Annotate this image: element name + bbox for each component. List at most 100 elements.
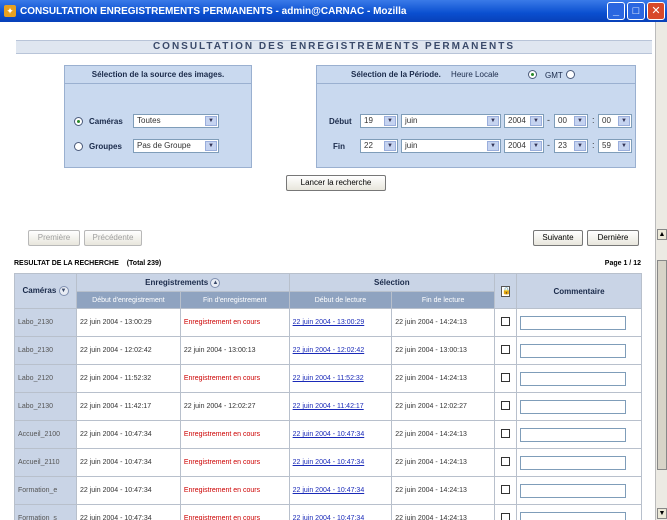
fin-year-select[interactable]: 2004 ▼ (504, 139, 544, 153)
cell-fin-enregistrement: Enregistrement en cours (179, 364, 290, 393)
play-link[interactable]: 22 juin 2004 - 10:47:34 (293, 431, 365, 438)
cell-camera: Accueil_2100 (14, 420, 77, 449)
debut-month-select[interactable]: juin ▼ (401, 114, 501, 128)
comment-input[interactable] (520, 427, 626, 442)
first-page-button[interactable]: Première (28, 230, 80, 246)
header-cameras-text: Caméras (22, 286, 57, 296)
cameras-label: Caméras (89, 117, 123, 126)
lock-checkbox[interactable] (501, 401, 510, 410)
comment-input[interactable] (520, 315, 626, 330)
debut-hour-select[interactable]: 00 ▼ (554, 114, 588, 128)
heure-locale-radio[interactable] (528, 70, 537, 79)
play-link[interactable]: 22 juin 2004 - 12:02:42 (293, 347, 365, 354)
header-enregistrements[interactable]: Enregistrements ▲ (76, 273, 290, 292)
chevron-down-icon: ▼ (487, 141, 499, 151)
table-row: Labo_2130 22 juin 2004 - 12:02:42 22 juin … (14, 336, 642, 365)
debut-minute-select[interactable]: 00 ▼ (598, 114, 632, 128)
minimize-icon[interactable]: _ (607, 2, 625, 20)
fin-month-select[interactable]: juin ▼ (401, 139, 501, 153)
cell-commentaire (516, 504, 642, 520)
header-cameras[interactable]: Caméras ▼ (14, 273, 77, 309)
chevron-down-icon: ▼ (618, 116, 630, 126)
fin-day-select[interactable]: 22 ▼ (360, 139, 398, 153)
chevron-down-icon: ▼ (530, 116, 542, 126)
cell-fin-lecture: 22 juin 2004 - 12:02:27 (391, 392, 495, 421)
comment-input[interactable] (520, 455, 626, 470)
debut-year-select[interactable]: 2004 ▼ (504, 114, 544, 128)
lock-checkbox[interactable] (501, 485, 510, 494)
cell-fin-enregistrement: Enregistrement en cours (179, 504, 290, 520)
comment-input[interactable] (520, 399, 626, 414)
cell-fin-enregistrement: Enregistrement en cours (179, 308, 290, 337)
window-titlebar: ✦ CONSULTATION ENREGISTREMENTS PERMANENT… (0, 0, 667, 22)
table-row: Accueil_2110 22 juin 2004 - 10:47:34 Enreg… (14, 448, 642, 477)
window-title: CONSULTATION ENREGISTREMENTS PERMANENTS … (20, 5, 407, 17)
play-link[interactable]: 22 juin 2004 - 13:00:29 (293, 319, 365, 326)
cell-camera: Accueil_2110 (14, 448, 77, 477)
cell-fin-enregistrement: Enregistrement en cours (179, 448, 290, 477)
lock-checkbox[interactable] (501, 429, 510, 438)
lock-checkbox[interactable] (501, 317, 510, 326)
debut-day-value: 19 (364, 116, 373, 125)
cell-lock (494, 308, 517, 337)
fin-minute-value: 59 (602, 141, 611, 150)
previous-page-button[interactable]: Précédente (84, 230, 142, 246)
page-title: CONSULTATION DES ENREGISTREMENTS PERMANE… (16, 40, 652, 54)
comment-input[interactable] (520, 343, 626, 358)
lock-checkbox[interactable] (501, 373, 510, 382)
close-icon[interactable]: ✕ (647, 2, 665, 20)
scroll-down-icon[interactable]: ▼ (657, 508, 667, 519)
cell-commentaire (516, 392, 642, 421)
fin-minute-select[interactable]: 59 ▼ (598, 139, 632, 153)
chevron-down-icon: ▼ (205, 116, 217, 126)
cell-lock (494, 336, 517, 365)
cameras-radio[interactable] (74, 117, 83, 126)
header-selection: Sélection (288, 273, 496, 292)
lock-checkbox[interactable] (501, 345, 510, 354)
debut-minute-value: 00 (602, 116, 611, 125)
window-controls: _ □ ✕ (607, 2, 665, 20)
comment-input[interactable] (520, 483, 626, 498)
cell-debut-enregistrement: 22 juin 2004 - 10:47:34 (76, 420, 181, 449)
periode-heading-text: Sélection de la Période. (351, 70, 441, 79)
cell-lock (494, 448, 517, 477)
lock-checkbox[interactable] (501, 457, 510, 466)
cell-camera: Labo_2120 (14, 364, 77, 393)
play-link[interactable]: 22 juin 2004 - 11:42:17 (293, 403, 364, 410)
cell-commentaire (516, 336, 642, 365)
chevron-down-icon: ▼ (384, 116, 396, 126)
scrollbar-thumb[interactable] (657, 260, 667, 470)
cell-commentaire (516, 308, 642, 337)
cell-commentaire (516, 448, 642, 477)
groupes-radio[interactable] (74, 142, 83, 151)
cell-camera: Formation_e (14, 476, 77, 505)
gmt-radio[interactable] (566, 70, 575, 79)
results-title-text: RESULTAT DE LA RECHERCHE (14, 260, 119, 267)
last-page-button[interactable]: Dernière (587, 230, 639, 246)
debut-day-select[interactable]: 19 ▼ (360, 114, 398, 128)
cameras-select[interactable]: Toutes ▼ (133, 114, 219, 128)
maximize-icon[interactable]: □ (627, 2, 645, 20)
play-link[interactable]: 22 juin 2004 - 10:47:34 (293, 515, 365, 520)
cell-fin-lecture: 22 juin 2004 - 14:24:13 (391, 504, 495, 520)
lock-checkbox[interactable] (501, 513, 510, 520)
play-link[interactable]: 22 juin 2004 - 10:47:34 (293, 487, 365, 494)
comment-input[interactable] (520, 371, 626, 386)
cell-lock (494, 392, 517, 421)
comment-input[interactable] (520, 511, 626, 520)
groupes-select[interactable]: Pas de Groupe ▼ (133, 139, 219, 153)
sort-icon[interactable]: ▼ (58, 286, 69, 296)
play-link[interactable]: 22 juin 2004 - 10:47:34 (293, 459, 365, 466)
scroll-up-icon[interactable]: ▲ (657, 229, 667, 240)
chevron-down-icon: ▼ (618, 141, 630, 151)
header-fin-enregistrement: Fin d'enregistrement (179, 291, 290, 309)
search-button[interactable]: Lancer la recherche (286, 175, 386, 191)
header-debut-enregistrement: Début d'enregistrement (76, 291, 181, 309)
next-page-button[interactable]: Suivante (533, 230, 583, 246)
vertical-scrollbar[interactable]: ▲ ▼ (655, 22, 667, 520)
sort-icon[interactable]: ▲ (210, 277, 221, 288)
play-link[interactable]: 22 juin 2004 - 11:52:32 (293, 375, 364, 382)
cell-lock (494, 476, 517, 505)
cell-debut-lecture: 22 juin 2004 - 10:47:34 (288, 448, 393, 477)
fin-hour-select[interactable]: 23 ▼ (554, 139, 588, 153)
